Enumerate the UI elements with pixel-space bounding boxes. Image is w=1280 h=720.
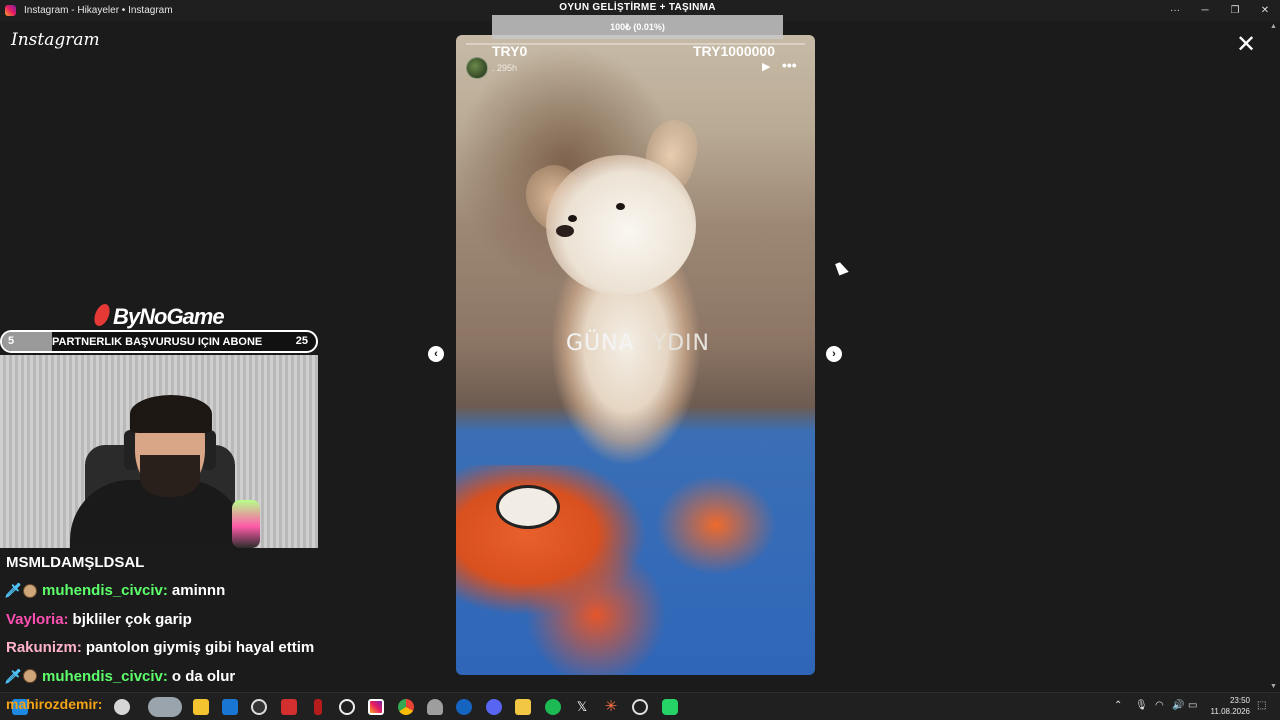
discord-icon[interactable] xyxy=(486,699,502,715)
x-icon[interactable]: 𝕏 xyxy=(574,699,590,715)
rgb-lamp xyxy=(232,500,260,548)
goal-min-label: TRY0 xyxy=(492,43,528,59)
spotify-icon[interactable] xyxy=(545,699,561,715)
sword-badge-icon: 🗡 xyxy=(4,582,22,599)
chat-username: muhendis_civciv: xyxy=(42,667,168,685)
close-story-icon[interactable]: ✕ xyxy=(1234,33,1258,58)
whatsapp-icon[interactable] xyxy=(662,699,678,715)
chevron-up-icon[interactable]: ⌃ xyxy=(1114,700,1122,711)
bynogame-logo: ByNoGame xyxy=(92,304,235,330)
chat-header: MSMLDAMŞLDSAL xyxy=(6,553,145,571)
window-controls: ··· ─ ❐ ✕ xyxy=(1160,0,1280,21)
sub-goal-current: 5 xyxy=(8,335,15,347)
clock-time: 23:50 xyxy=(1229,696,1250,705)
avatar-icon[interactable] xyxy=(114,699,130,715)
clock-date: 11.08.2026 xyxy=(1210,707,1250,716)
streamer-beard xyxy=(140,455,200,497)
taskbar: 𝕏 ✳ ⌃ 🎙 ◠ 🔊 ▭ 23:50 11.08.2026 ⬚ xyxy=(0,692,1280,720)
avatar[interactable] xyxy=(466,57,488,79)
sub-goal-target: 25 xyxy=(295,335,308,347)
chat-line: Rakunizm: pantolon giymiş gibi hayal ett… xyxy=(0,634,330,663)
story-username[interactable]: . xyxy=(492,63,495,73)
speedometer-icon[interactable] xyxy=(251,699,267,715)
chat-header-line: MSMLDAMŞLDSAL xyxy=(0,548,330,577)
instagram-app-icon xyxy=(5,5,16,16)
close-window-icon[interactable]: ✕ xyxy=(1250,0,1280,21)
scrollbar[interactable]: ▲ ▼ xyxy=(1268,21,1280,692)
coin-badge-icon xyxy=(23,669,37,684)
restore-icon[interactable]: ❐ xyxy=(1220,0,1250,21)
chat-message: pantolon giymiş gibi hayal ettim xyxy=(85,639,315,657)
webcam-feed xyxy=(0,355,318,550)
battery-icon[interactable]: ▭ xyxy=(1188,700,1197,711)
story-meta: . 295h xyxy=(492,63,517,73)
dog-eye xyxy=(568,215,577,222)
microphone-icon[interactable]: 🎙 xyxy=(1135,700,1148,711)
chat-line: 🗡 muhendis_civciv: o da olur xyxy=(0,662,330,691)
chevron-right-icon[interactable]: › xyxy=(826,346,842,362)
chat-username: Vayloria: xyxy=(6,610,69,628)
minimize-icon[interactable]: ─ xyxy=(1190,0,1220,21)
blanket-fish-eye xyxy=(496,485,560,529)
asterisk-icon[interactable]: ✳ xyxy=(603,699,619,715)
mouse-cursor xyxy=(835,260,849,276)
sub-goal-bar: 5 PARTNERLIK BAŞVURUSU IÇIN ABONE 25 xyxy=(0,330,318,353)
scroll-down-icon[interactable]: ▼ xyxy=(1270,683,1277,690)
chat-overlay: MSMLDAMŞLDSAL 🗡 muhendis_civciv: aminnn … xyxy=(0,548,330,691)
bynogame-text: ByNoGame xyxy=(113,304,225,329)
mail-icon[interactable] xyxy=(222,699,238,715)
dog-nose xyxy=(556,225,574,237)
instagram-icon[interactable] xyxy=(368,699,384,715)
chat-line: 🗡 muhendis_civciv: aminnn xyxy=(0,577,330,606)
chat-line: Vayloria: bjkliler çok garip xyxy=(0,605,330,634)
instagram-logo[interactable]: Instagram xyxy=(11,30,100,50)
red-x-icon[interactable] xyxy=(281,699,297,715)
bynogame-mark-icon xyxy=(92,304,112,326)
map-icon[interactable] xyxy=(515,699,531,715)
story-caption: GÜNA YDIN xyxy=(566,331,710,356)
scroll-up-icon[interactable]: ▲ xyxy=(1270,23,1277,30)
story-viewer[interactable]: . 295h ▶ ••• GÜNA YDIN xyxy=(456,35,815,675)
goal-progress-bar: 100₺ (0.01%) xyxy=(492,15,783,39)
speaker-icon[interactable]: 🔊 xyxy=(1172,700,1184,711)
chat-message: bjkliler çok garip xyxy=(72,610,192,628)
dog-eye xyxy=(616,203,625,210)
story-time: 295h xyxy=(497,63,518,73)
chat-username: Rakunizm: xyxy=(6,639,82,657)
wifi-icon[interactable]: ◠ xyxy=(1155,700,1164,711)
goal-title: OYUN GELİŞTİRME + TAŞINMA xyxy=(559,2,716,13)
netflix-icon[interactable] xyxy=(314,699,322,715)
clock[interactable]: 23:50 11.08.2026 xyxy=(1206,695,1250,717)
window-title: Instagram - Hikayeler • Instagram xyxy=(24,5,173,16)
steam-icon[interactable] xyxy=(456,699,472,715)
sub-goal-text: PARTNERLIK BAŞVURUSU IÇIN ABONE xyxy=(52,336,263,348)
streamer-hair xyxy=(130,395,212,433)
chat-message: aminnn xyxy=(171,582,226,600)
play-icon[interactable]: ▶ xyxy=(762,61,774,73)
goal-max-label: TRY1000000 xyxy=(693,43,775,59)
browser-window: Instagram - Hikayeler • Instagram ··· ─ … xyxy=(0,0,1280,692)
more-icon[interactable]: ••• xyxy=(782,58,802,73)
chat-username: muhendis_civciv: xyxy=(42,582,168,600)
chrome-icon[interactable] xyxy=(398,699,414,715)
ghost-icon[interactable] xyxy=(427,699,443,715)
sword-badge-icon: 🗡 xyxy=(4,667,22,684)
widgets-icon[interactable] xyxy=(148,697,182,717)
chevron-left-icon[interactable]: ‹ xyxy=(428,346,444,362)
chat-message: o da olur xyxy=(171,667,236,685)
chatgpt-icon[interactable] xyxy=(339,699,355,715)
goal-progress-text: 100₺ (0.01%) xyxy=(610,22,665,32)
chat-partial-username: mahirozdemir: xyxy=(6,696,103,712)
folder-icon[interactable] xyxy=(193,699,209,715)
caption-part2: YDIN xyxy=(652,331,710,356)
more-options-icon[interactable]: ··· xyxy=(1160,0,1190,21)
caption-part1: GÜNA xyxy=(566,331,635,356)
coin-badge-icon xyxy=(23,583,37,598)
notification-icon[interactable]: ⬚ xyxy=(1257,700,1266,711)
circle-icon[interactable] xyxy=(632,699,648,715)
